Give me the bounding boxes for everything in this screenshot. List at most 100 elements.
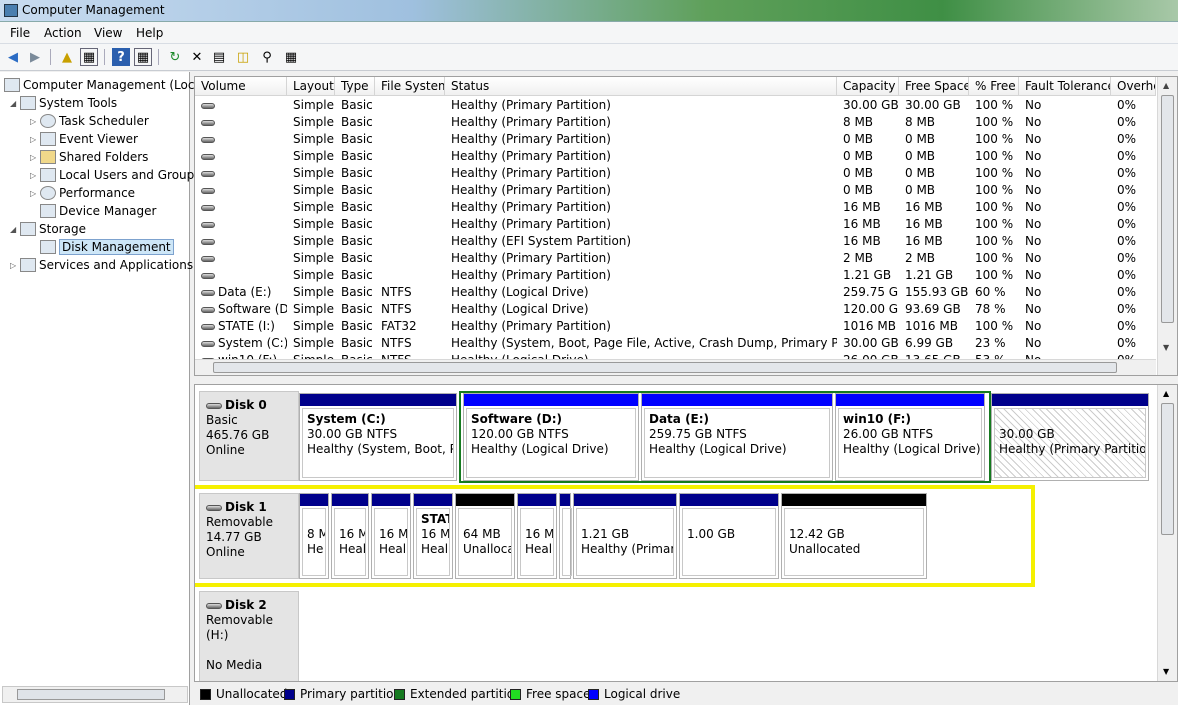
volume-list-header: Volume Layout Type File System Status Ca… xyxy=(195,77,1156,96)
volume-cell-text: 100 % xyxy=(975,200,1014,214)
volume-row[interactable]: Simple Basic Healthy (Primary Partition) 1.… xyxy=(195,267,1156,284)
volume-cell-text: Simple xyxy=(293,336,334,350)
show-hide-action-pane-icon[interactable]: ▦ xyxy=(134,48,152,66)
disk-0-info[interactable]: Disk 0 Basic 465.76 GB Online xyxy=(199,391,299,481)
scroll-down-icon[interactable]: ▼ xyxy=(1163,667,1169,676)
volume-cell-text: No xyxy=(1025,302,1042,316)
volume-drive-icon xyxy=(201,289,215,296)
volume-horizontal-scrollbar[interactable] xyxy=(195,359,1156,375)
search-icon[interactable]: ⚲ xyxy=(258,48,276,66)
volume-row[interactable]: Simple Basic Healthy (Primary Partition) 30… xyxy=(195,97,1156,114)
device-manager-icon xyxy=(40,204,56,218)
volume-row[interactable]: Simple Basic Healthy (Primary Partition) 16… xyxy=(195,199,1156,216)
scrollbar-thumb[interactable] xyxy=(17,689,165,700)
refresh-icon[interactable]: ↻ xyxy=(166,48,184,66)
scrollbar-thumb[interactable] xyxy=(1161,95,1174,323)
volume-cell-text: 23 % xyxy=(975,336,1006,350)
volume-cell: 0% xyxy=(1117,165,1156,182)
volume-row[interactable]: Simple Basic Healthy (Primary Partition) 16… xyxy=(195,216,1156,233)
volume-cell-text: 0 MB xyxy=(843,149,874,163)
forward-icon[interactable]: ▶ xyxy=(26,48,44,66)
delete-icon[interactable]: ✕ xyxy=(188,48,206,66)
tree-item-task-scheduler[interactable]: ▷ Task Scheduler xyxy=(30,112,149,130)
column-header-percent-free[interactable]: % Free xyxy=(969,77,1019,96)
column-header-layout[interactable]: Layout xyxy=(287,77,335,96)
volume-row[interactable]: Software (D:) Simple Basic NTFS Healthy (Log… xyxy=(195,301,1156,318)
volume-cell: Software (D:) xyxy=(201,301,287,318)
volume-row[interactable]: Simple Basic Healthy (Primary Partition) 0 … xyxy=(195,131,1156,148)
column-header-capacity[interactable]: Capacity xyxy=(837,77,899,96)
expand-icon[interactable]: ▷ xyxy=(30,117,40,126)
disk-graphical-view: Disk 0 Basic 465.76 GB Online System (C:… xyxy=(194,384,1178,682)
volume-row[interactable]: Simple Basic Healthy (Primary Partition) 0 … xyxy=(195,165,1156,182)
volume-cell xyxy=(381,182,445,199)
volume-cell: 0 MB xyxy=(905,165,969,182)
volume-cell: 30.00 GB xyxy=(843,335,899,352)
tree-item-performance[interactable]: ▷ Performance xyxy=(30,184,135,202)
collapse-icon[interactable]: ◢ xyxy=(10,99,20,108)
expand-icon[interactable]: ▷ xyxy=(30,171,40,180)
tree-item-storage[interactable]: ◢ Storage xyxy=(10,220,86,238)
tree-item-disk-management[interactable]: Disk Management xyxy=(40,238,174,256)
tree-item-device-manager[interactable]: Device Manager xyxy=(40,202,156,220)
menu-view[interactable]: View xyxy=(94,26,122,40)
volume-cell: 0% xyxy=(1117,318,1156,335)
properties-icon[interactable]: ▤ xyxy=(210,48,228,66)
volume-row[interactable]: Simple Basic Healthy (Primary Partition) 2 … xyxy=(195,250,1156,267)
volume-cell-text: 78 % xyxy=(975,302,1006,316)
volume-row[interactable]: Data (E:) Simple Basic NTFS Healthy (Logical… xyxy=(195,284,1156,301)
scrollbar-thumb[interactable] xyxy=(213,362,1117,373)
expand-icon[interactable]: ▷ xyxy=(30,135,40,144)
column-header-fault-tolerance[interactable]: Fault Tolerance xyxy=(1019,77,1111,96)
tree-item-event-viewer[interactable]: ▷ Event Viewer xyxy=(30,130,138,148)
tree-item-shared-folders[interactable]: ▷ Shared Folders xyxy=(30,148,148,166)
column-header-free-space[interactable]: Free Space xyxy=(899,77,969,96)
collapse-icon[interactable]: ◢ xyxy=(10,225,20,234)
menu-help[interactable]: Help xyxy=(136,26,163,40)
volume-cell: Simple xyxy=(293,335,335,352)
volume-cell-text: Basic xyxy=(341,149,373,163)
volume-cell-text: 100 % xyxy=(975,234,1014,248)
scroll-up-icon[interactable]: ▲ xyxy=(1163,81,1169,90)
column-header-overhead[interactable]: Overhe xyxy=(1111,77,1156,96)
volume-cell: 16 MB xyxy=(843,216,899,233)
scrollbar-thumb[interactable] xyxy=(1161,403,1174,535)
menu-file[interactable]: File xyxy=(10,26,30,40)
expand-icon[interactable]: ▷ xyxy=(10,261,20,270)
expand-icon[interactable]: ▷ xyxy=(30,153,40,162)
volume-vertical-scrollbar[interactable]: ▲ ▼ xyxy=(1157,77,1177,375)
menu-action[interactable]: Action xyxy=(44,26,82,40)
tree-item-computer-management[interactable]: Computer Management (Local xyxy=(4,76,205,94)
volume-row[interactable]: System (C:) Simple Basic NTFS Healthy (Syste… xyxy=(195,335,1156,352)
properties-sheet-icon[interactable]: ▦ xyxy=(282,48,300,66)
tree-item-services-and-applications[interactable]: ▷ Services and Applications xyxy=(10,256,193,274)
volume-row[interactable]: Simple Basic Healthy (Primary Partition) 0 … xyxy=(195,182,1156,199)
open-folder-icon[interactable]: ◫ xyxy=(234,48,252,66)
column-header-type[interactable]: Type xyxy=(335,77,375,96)
tree-horizontal-scrollbar[interactable] xyxy=(2,686,188,703)
expand-icon[interactable]: ▷ xyxy=(30,189,40,198)
column-header-file-system[interactable]: File System xyxy=(375,77,445,96)
help-icon[interactable]: ? xyxy=(112,48,130,66)
column-header-volume[interactable]: Volume xyxy=(195,77,287,96)
disk-2-info[interactable]: Disk 2 Removable (H:) No Media xyxy=(199,591,299,681)
volume-row[interactable]: Simple Basic Healthy (EFI System Partition… xyxy=(195,233,1156,250)
disk-vertical-scrollbar[interactable]: ▲ ▼ xyxy=(1157,385,1177,681)
volume-row[interactable]: Simple Basic Healthy (Primary Partition) 8 … xyxy=(195,114,1156,131)
scroll-down-icon[interactable]: ▼ xyxy=(1163,343,1169,352)
legend-swatch xyxy=(510,688,521,700)
up-folder-icon[interactable]: ▲ xyxy=(58,48,76,66)
volume-cell-text: 16 MB xyxy=(905,234,943,248)
column-header-status[interactable]: Status xyxy=(445,77,837,96)
partition-block[interactable]: 30.00 GB Healthy (Primary Partition) xyxy=(991,393,1149,481)
tree-item-system-tools[interactable]: ◢ System Tools xyxy=(10,94,117,112)
back-icon[interactable]: ◀ xyxy=(4,48,22,66)
tree-item-local-users[interactable]: ▷ Local Users and Groups xyxy=(30,166,201,184)
volume-row[interactable]: Simple Basic Healthy (Primary Partition) 0 … xyxy=(195,148,1156,165)
services-icon xyxy=(20,258,36,272)
volume-cell: Simple xyxy=(293,301,335,318)
show-hide-tree-icon[interactable]: ▦ xyxy=(80,48,98,66)
partition-block[interactable]: System (C:) 30.00 GB NTFS Healthy (System,… xyxy=(299,393,457,481)
scroll-up-icon[interactable]: ▲ xyxy=(1163,389,1169,398)
volume-row[interactable]: STATE (I:) Simple Basic FAT32 Healthy (Prima… xyxy=(195,318,1156,335)
